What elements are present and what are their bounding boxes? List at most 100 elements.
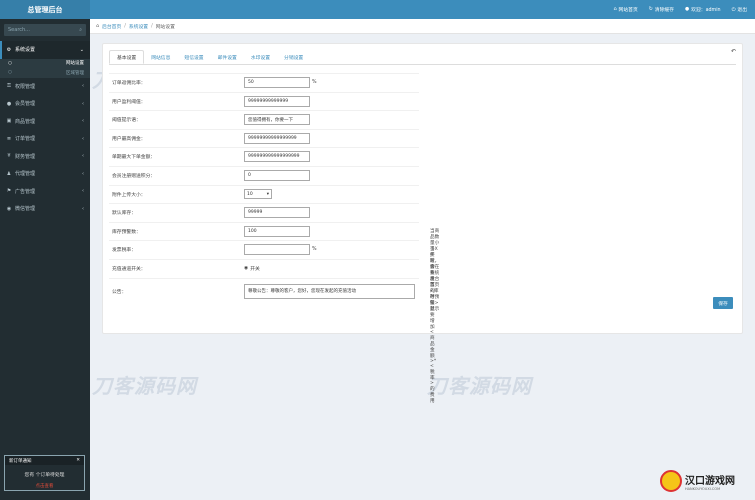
notice-body: 您有 个订单待处理 [24, 473, 65, 478]
breadcrumb-separator: / [124, 23, 126, 29]
field-input[interactable]: 50 [244, 77, 310, 88]
form-row-4: 单期最大下单金额： 999999999999999999 [109, 147, 419, 165]
sidebar-item-label: 订单管理 [15, 136, 36, 143]
close-icon[interactable]: ✕ [76, 458, 80, 463]
site-corner-logo: 汉口游戏网 HANKOUYOUXI.COM [660, 470, 735, 492]
sidebar-item-label: 商品管理 [15, 118, 36, 125]
field-label: 发票税率： [112, 248, 136, 254]
home-icon: ⌂ [96, 23, 100, 29]
toggle-radio[interactable]: ◉ 开关 [244, 265, 260, 272]
field-label: 默认库存： [112, 211, 136, 217]
sidebar-item-label: 财务管理 [15, 153, 36, 160]
field-label: 阈值提示语： [112, 118, 141, 124]
field-label: 附件上传大小： [112, 192, 146, 198]
sidebar-subitem-0[interactable]: ○ 网站设置 [0, 59, 90, 69]
logout-icon: ⏻ [731, 7, 736, 13]
sidebar-item-4[interactable]: ≣ 订单管理 ‹ [0, 130, 90, 148]
field-label: 会员注册赠送积分： [112, 174, 156, 179]
notice-title: 新订单通知 [9, 458, 32, 464]
field-label: 用户盈利阈值： [112, 99, 146, 105]
clear-cache-label: 清除缓存 [654, 8, 674, 13]
sidebar-search[interactable]: Search... ⌕ [4, 24, 86, 36]
save-button[interactable]: 保存 [713, 297, 733, 309]
breadcrumb-system[interactable]: 系统设置 [129, 23, 148, 30]
chevron-left-icon: ‹ [82, 83, 84, 90]
form-row-9: 发票税率：% [109, 240, 419, 258]
chevron-left-icon: ‹ [82, 170, 84, 177]
order-notice-panel: 新订单通知 ✕ 您有 个订单待处理 点击查看 [4, 455, 85, 491]
sidebar-item-7[interactable]: ⚑ 广告管理 ‹ [0, 183, 90, 201]
tab-3[interactable]: 邮件设置 [211, 50, 244, 64]
field-input[interactable]: 99999999999999 [244, 95, 310, 107]
field-input[interactable]: 999999999999999999 [244, 151, 310, 163]
tab-0[interactable]: 基本设置 [109, 50, 145, 64]
field-input[interactable]: 您值得拥有，你要一下 [244, 114, 310, 126]
chevron-left-icon: ‹ [82, 153, 84, 160]
field-unit: % [312, 247, 317, 253]
notice-link[interactable]: 点击查看 [5, 483, 84, 489]
sidebar-item-3[interactable]: ▣ 商品管理 ‹ [0, 113, 90, 131]
field-hint: 当买家需要发票的时候就要增加<商品金额>*<税率>的费用 [430, 247, 437, 405]
sidebar-item-8[interactable]: ◉ 微信管理 ‹ [0, 200, 90, 218]
sidebar-subitem-1[interactable]: ○ 区域管理 [0, 68, 90, 78]
breadcrumb-home[interactable]: 后台首页 [102, 23, 121, 30]
logout-label: 退出 [737, 8, 747, 13]
tab-4[interactable]: 水印设置 [244, 50, 277, 64]
form-row-8: 库存预警数： 100 [109, 221, 419, 240]
sidebar-item-1[interactable]: ⚿ 权限管理 ‹ [0, 78, 90, 96]
field-label: 库存预警数： [112, 229, 141, 235]
sidebar-item-labelwrap: ◉ 微信管理 [6, 205, 35, 213]
form-row-2: 阈值提示语： 您值得拥有，你要一下 [109, 110, 419, 128]
field-input[interactable]: 100 [244, 225, 310, 237]
circle-icon: ○ [8, 60, 12, 66]
refresh-icon: ↻ [648, 7, 653, 12]
chevron-left-icon: ‹ [82, 100, 84, 107]
field-input[interactable]: 0 [244, 170, 310, 181]
form-row-5: 会员注册赠送积分： 0 [109, 166, 419, 184]
logout-link[interactable]: ⏻ 退出 [731, 6, 747, 14]
sidebar-item-0[interactable]: ⚙ 系统设置 ⌄ [0, 41, 90, 59]
topbar: ⌂ 网站首页 ↻ 清除缓存 ● 欢迎：admin ⏻ 退出 [90, 0, 755, 19]
announcement-textarea[interactable]: 尊敬公告：尊敬的客户，您好，您现在发起的充值活动 [244, 283, 415, 299]
field-input[interactable] [244, 244, 310, 256]
sidebar-item-labelwrap: ¥ 财务管理 [6, 153, 35, 160]
sidebar: 总管理后台 Search... ⌕ ⚙ 系统设置 ⌄ ○ 网站设置 ○ 区域管理 ⚿ 权限管理 ‹… [0, 0, 90, 500]
lock-icon: ⚿ [7, 83, 11, 90]
form-row-6: 附件上传大小： 10 ▾ [109, 184, 419, 203]
corner-title: 汉口游戏网 [685, 475, 735, 487]
clear-cache-link[interactable]: ↻ 清除缓存 [649, 6, 674, 13]
site-home-link[interactable]: ⌂ 网站首页 [614, 6, 638, 13]
form-row-10: 充值通道开关： ◉ 开关 [109, 259, 419, 277]
money-icon: ¥ [7, 153, 11, 160]
sidebar-subitem-label: 区域管理 [66, 70, 84, 76]
agent-icon: ♟ [6, 170, 12, 177]
field-input[interactable]: 99999999999999999 [244, 132, 310, 144]
search-input[interactable]: Search... [8, 27, 30, 33]
sidebar-item-2[interactable]: ● 会员管理 ‹ [0, 95, 90, 113]
search-icon[interactable]: ⌕ [79, 27, 82, 33]
sidebar-item-6[interactable]: ♟ 代理管理 ‹ [0, 165, 90, 183]
tab-1[interactable]: 网站信息 [144, 50, 177, 64]
field-select[interactable]: 10 ▾ [244, 189, 272, 200]
breadcrumb-current: 网站设置 [155, 24, 175, 30]
field-label: 用户最高佣金： [112, 136, 146, 142]
user-icon: ● [6, 100, 12, 107]
sidebar-item-5[interactable]: ¥ 财务管理 ‹ [0, 148, 90, 166]
tab-2[interactable]: 短信设置 [177, 50, 210, 64]
home-icon: ⌂ [613, 7, 617, 12]
field-label: 订单返佣比率： [112, 81, 146, 86]
tab-divider [109, 64, 736, 65]
tab-5[interactable]: 分销设置 [277, 50, 310, 64]
form-row-3: 用户最高佣金： 99999999999999999 [109, 128, 419, 147]
form-row-11: 公告： 尊敬公告：尊敬的客户，您好，您现在发起的充值活动 [109, 277, 419, 304]
site-home-label: 网站首页 [618, 8, 638, 13]
field-label: 单期最大下单金额： [112, 155, 156, 161]
back-icon[interactable]: ↶ [731, 48, 736, 55]
user-menu[interactable]: ● 欢迎：admin [685, 6, 721, 13]
field-input[interactable]: 99999 [244, 207, 310, 219]
app-logo: 总管理后台 [0, 0, 90, 19]
sidebar-item-label: 权限管理 [15, 83, 36, 90]
select-value: 10 [247, 191, 253, 197]
sidebar-item-labelwrap: ⚑ 广告管理 [6, 188, 35, 195]
radio-label: 开关 [250, 267, 260, 272]
